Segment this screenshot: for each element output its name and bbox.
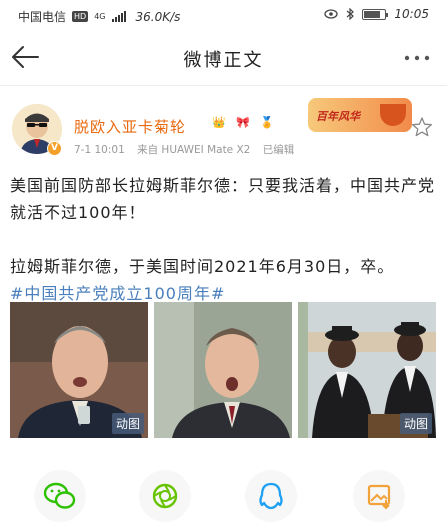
- media-image-3[interactable]: 动图: [298, 302, 436, 438]
- hd-badge: HD: [72, 11, 89, 22]
- bowl-icon: [380, 104, 406, 126]
- network-speed: 36.0K/s: [135, 9, 181, 24]
- save-image-icon: [367, 484, 391, 510]
- badge-row: 👑 🎀 🏅: [210, 114, 276, 132]
- status-left: 中国电信 HD 4G 36.0K/s: [18, 8, 180, 25]
- username[interactable]: 脱欧入亚卡菊轮: [74, 116, 186, 137]
- wechat-icon: [43, 482, 76, 509]
- more-dots-icon[interactable]: [401, 46, 433, 70]
- page-title: 微博正文: [183, 50, 264, 71]
- medal-badge-icon[interactable]: 🏅: [258, 114, 276, 132]
- eye-icon: [324, 9, 339, 19]
- nav-bar: 微博正文: [0, 30, 447, 86]
- promo-banner[interactable]: 百年风华: [308, 98, 412, 132]
- promo-text: 百年风华: [316, 110, 360, 123]
- post-body: 美国前国防部长拉姆斯菲尔德：只要我活着，中国共产党就活不过100年！ 拉姆斯菲尔…: [10, 172, 440, 307]
- gif-label: 动图: [111, 413, 144, 434]
- wechat-share-button[interactable]: [34, 470, 86, 522]
- media-image-1[interactable]: 动图: [10, 302, 148, 438]
- ribbon-badge-icon[interactable]: 🎀: [234, 114, 252, 132]
- bluetooth-icon: [347, 8, 355, 20]
- post-paragraph-2: 拉姆斯菲尔德，于美国时间2021年6月30日，卒。: [10, 257, 395, 276]
- status-bar: 中国电信 HD 4G 36.0K/s 10:05: [0, 0, 447, 30]
- crown-badge-icon[interactable]: 👑: [210, 114, 228, 132]
- qq-icon: [259, 482, 283, 510]
- edited-label[interactable]: 已编辑: [263, 144, 295, 156]
- man-surprised-image: [154, 302, 292, 438]
- moments-share-button[interactable]: [139, 470, 191, 522]
- post-header: V 脱欧入亚卡菊轮 👑 🎀 🏅 7-1 10:01 来自 HUAWEI Mate…: [0, 86, 447, 162]
- post-paragraph-1: 美国前国防部长拉姆斯菲尔德：只要我活着，中国共产党就活不过100年！: [10, 176, 436, 222]
- battery-fill: [364, 10, 381, 18]
- carrier-label: 中国电信: [18, 10, 67, 24]
- network-type: 4G: [94, 12, 106, 21]
- signal-icon: [111, 11, 126, 22]
- media-image-2[interactable]: [154, 302, 292, 438]
- status-right: 10:05: [324, 7, 429, 21]
- media-grid: 动图 动图: [10, 302, 436, 438]
- star-icon[interactable]: [411, 116, 433, 138]
- gif-label: 动图: [399, 413, 432, 434]
- post-time: 7-1 10:01: [74, 144, 125, 156]
- share-bar: [0, 462, 447, 523]
- clock: 10:05: [394, 7, 429, 21]
- battery-icon: [362, 8, 389, 20]
- post-source: 来自 HUAWEI Mate X2: [137, 144, 251, 156]
- moments-icon: [152, 483, 178, 509]
- qq-share-button[interactable]: [245, 470, 297, 522]
- save-image-share-button[interactable]: [353, 470, 405, 522]
- verified-icon: V: [47, 141, 62, 156]
- post-meta: 7-1 10:01 来自 HUAWEI Mate X2 已编辑: [74, 142, 303, 157]
